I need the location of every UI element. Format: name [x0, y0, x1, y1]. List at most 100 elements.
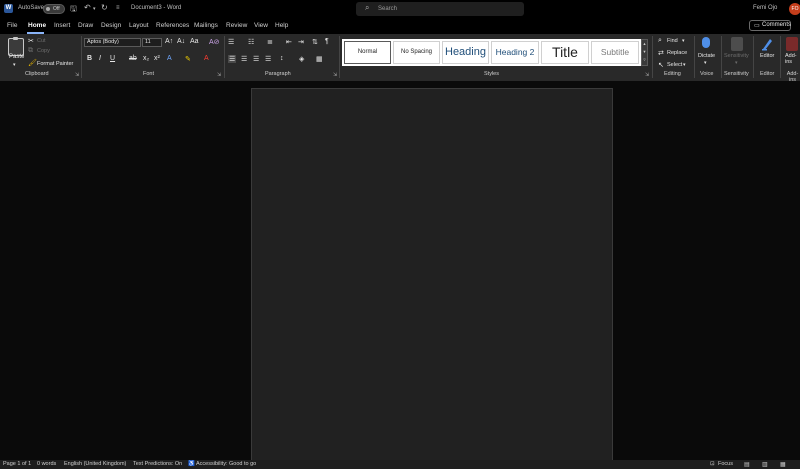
italic-icon[interactable]: I	[99, 55, 101, 62]
style-normal[interactable]: Normal	[344, 41, 391, 64]
tab-file[interactable]: File	[7, 22, 17, 29]
tab-review[interactable]: Review	[226, 22, 247, 29]
numbering-icon[interactable]: ☷	[248, 38, 254, 46]
sensitivity-dropdown-icon[interactable]: ▾	[735, 60, 738, 66]
subscript-icon[interactable]: x₂	[143, 55, 149, 62]
document-canvas[interactable]	[0, 81, 800, 464]
paragraph-launcher-icon[interactable]: ⇲	[333, 72, 337, 78]
format-painter-label[interactable]: Format Painter	[37, 61, 73, 67]
styles-launcher-icon[interactable]: ⇲	[645, 72, 649, 78]
document-page[interactable]	[251, 88, 613, 464]
tab-draw[interactable]: Draw	[78, 22, 93, 29]
search-box[interactable]: ⌕ Search	[356, 2, 524, 16]
customize-qat-icon[interactable]: ≡	[116, 5, 120, 11]
styles-more-button[interactable]: ▴ ▾ ▿	[641, 39, 648, 66]
dictate-dropdown-icon[interactable]: ▾	[704, 60, 707, 66]
search-placeholder: Search	[378, 6, 398, 12]
language[interactable]: English (United Kingdom)	[64, 461, 126, 467]
decrease-indent-icon[interactable]: ⇤	[286, 38, 292, 46]
increase-indent-icon[interactable]: ⇥	[298, 38, 304, 46]
copy-label[interactable]: Copy	[37, 48, 50, 54]
user-name[interactable]: Femi Ojo	[753, 5, 777, 11]
add-ins-icon[interactable]	[786, 37, 798, 51]
save-icon[interactable]: 🖫	[70, 3, 77, 17]
underline-icon[interactable]: U	[110, 55, 115, 62]
align-center-icon[interactable]: ☰	[241, 55, 247, 63]
font-size-select[interactable]: 11	[142, 38, 162, 47]
paste-button-label[interactable]: Paste	[9, 54, 24, 60]
sensitivity-icon[interactable]	[731, 37, 743, 51]
borders-icon[interactable]: ▦	[316, 55, 323, 63]
align-right-icon[interactable]: ☰	[253, 55, 259, 63]
style-no-spacing[interactable]: No Spacing	[393, 41, 440, 64]
align-left-icon[interactable]: ☰	[228, 55, 237, 63]
styles-group-label: Styles	[484, 71, 499, 77]
cut-label[interactable]: Cut	[37, 38, 46, 44]
line-spacing-icon[interactable]: ↕	[280, 55, 284, 62]
style-heading-1[interactable]: Heading	[442, 41, 489, 64]
tab-references[interactable]: References	[156, 22, 189, 29]
find-label[interactable]: Find	[667, 38, 678, 44]
superscript-icon[interactable]: x²	[154, 55, 160, 62]
tab-view[interactable]: View	[254, 22, 268, 29]
sort-icon[interactable]: ⇅	[312, 38, 318, 46]
autosave-toggle[interactable]: Off	[43, 4, 65, 14]
select-label[interactable]: Select	[667, 62, 682, 68]
find-icon[interactable]: ⌕	[658, 37, 662, 45]
redo-icon[interactable]: ↻	[101, 3, 108, 12]
tab-home[interactable]: Home	[28, 22, 46, 29]
change-case-icon[interactable]: Aa	[190, 38, 199, 45]
shading-icon[interactable]: ◈	[299, 55, 304, 63]
format-painter-icon[interactable]: 🖌	[28, 59, 37, 67]
strikethrough-icon[interactable]: ab	[129, 55, 137, 62]
accessibility-status[interactable]: Accessibility: Good to go	[196, 461, 256, 467]
find-dropdown-icon[interactable]: ▾	[682, 38, 685, 44]
paste-dropdown-icon[interactable]: ▾	[13, 62, 16, 68]
page-count[interactable]: Page 1 of 1	[3, 461, 31, 467]
add-ins-button-label[interactable]: Add-ins	[785, 53, 800, 65]
text-effects-icon[interactable]: A	[167, 55, 172, 62]
focus-button[interactable]: Focus	[718, 461, 733, 467]
font-color-icon[interactable]: A	[204, 55, 209, 62]
style-heading-2[interactable]: Heading 2	[491, 41, 539, 64]
style-subtitle[interactable]: Subtitle	[591, 41, 639, 64]
undo-dropdown-icon[interactable]: ▾	[93, 6, 96, 12]
cut-icon[interactable]: ✂	[28, 37, 34, 45]
copy-icon[interactable]: ⧉	[28, 47, 33, 55]
replace-icon[interactable]: ⇄	[658, 49, 664, 57]
editor-icon[interactable]	[761, 37, 773, 51]
tab-help[interactable]: Help	[275, 22, 288, 29]
select-dropdown-icon[interactable]: ▾	[683, 62, 686, 68]
tab-design[interactable]: Design	[101, 22, 121, 29]
web-layout-icon[interactable]: ▦	[780, 461, 786, 468]
editor-button-label[interactable]: Editor	[760, 53, 774, 59]
font-name-select[interactable]: Aptos (Body)	[84, 38, 141, 47]
bullets-icon[interactable]: ☰	[228, 38, 234, 46]
microphone-icon[interactable]	[702, 37, 710, 48]
tab-insert[interactable]: Insert	[54, 22, 70, 29]
sensitivity-button-label[interactable]: Sensitivity	[724, 53, 749, 59]
justify-icon[interactable]: ☰	[265, 55, 271, 63]
font-launcher-icon[interactable]: ⇲	[217, 72, 221, 78]
select-icon[interactable]: ↖	[658, 61, 664, 69]
clear-formatting-icon[interactable]: A⊘	[209, 38, 220, 46]
word-count[interactable]: 0 words	[37, 461, 56, 467]
tab-layout[interactable]: Layout	[129, 22, 149, 29]
clipboard-launcher-icon[interactable]: ⇲	[75, 72, 79, 78]
text-predictions[interactable]: Text Predictions: On	[133, 461, 182, 467]
show-marks-icon[interactable]: ¶	[325, 38, 329, 45]
multilevel-list-icon[interactable]: ≣	[267, 38, 273, 46]
undo-icon[interactable]: ↶	[84, 3, 91, 12]
replace-label[interactable]: Replace	[667, 50, 687, 56]
tab-mailings[interactable]: Mailings	[194, 22, 218, 29]
style-title[interactable]: Title	[541, 41, 589, 64]
comments-button[interactable]: ▭ Comments	[749, 20, 791, 31]
dictate-label[interactable]: Dictate	[698, 53, 715, 59]
grow-font-icon[interactable]: A↑	[165, 38, 173, 45]
highlight-icon[interactable]: ✎	[185, 55, 191, 63]
print-layout-icon[interactable]: ▥	[762, 461, 768, 468]
bold-icon[interactable]: B	[87, 55, 92, 62]
avatar[interactable]: FO	[789, 3, 800, 15]
read-mode-icon[interactable]: ▤	[744, 461, 750, 468]
shrink-font-icon[interactable]: A↓	[177, 38, 185, 45]
